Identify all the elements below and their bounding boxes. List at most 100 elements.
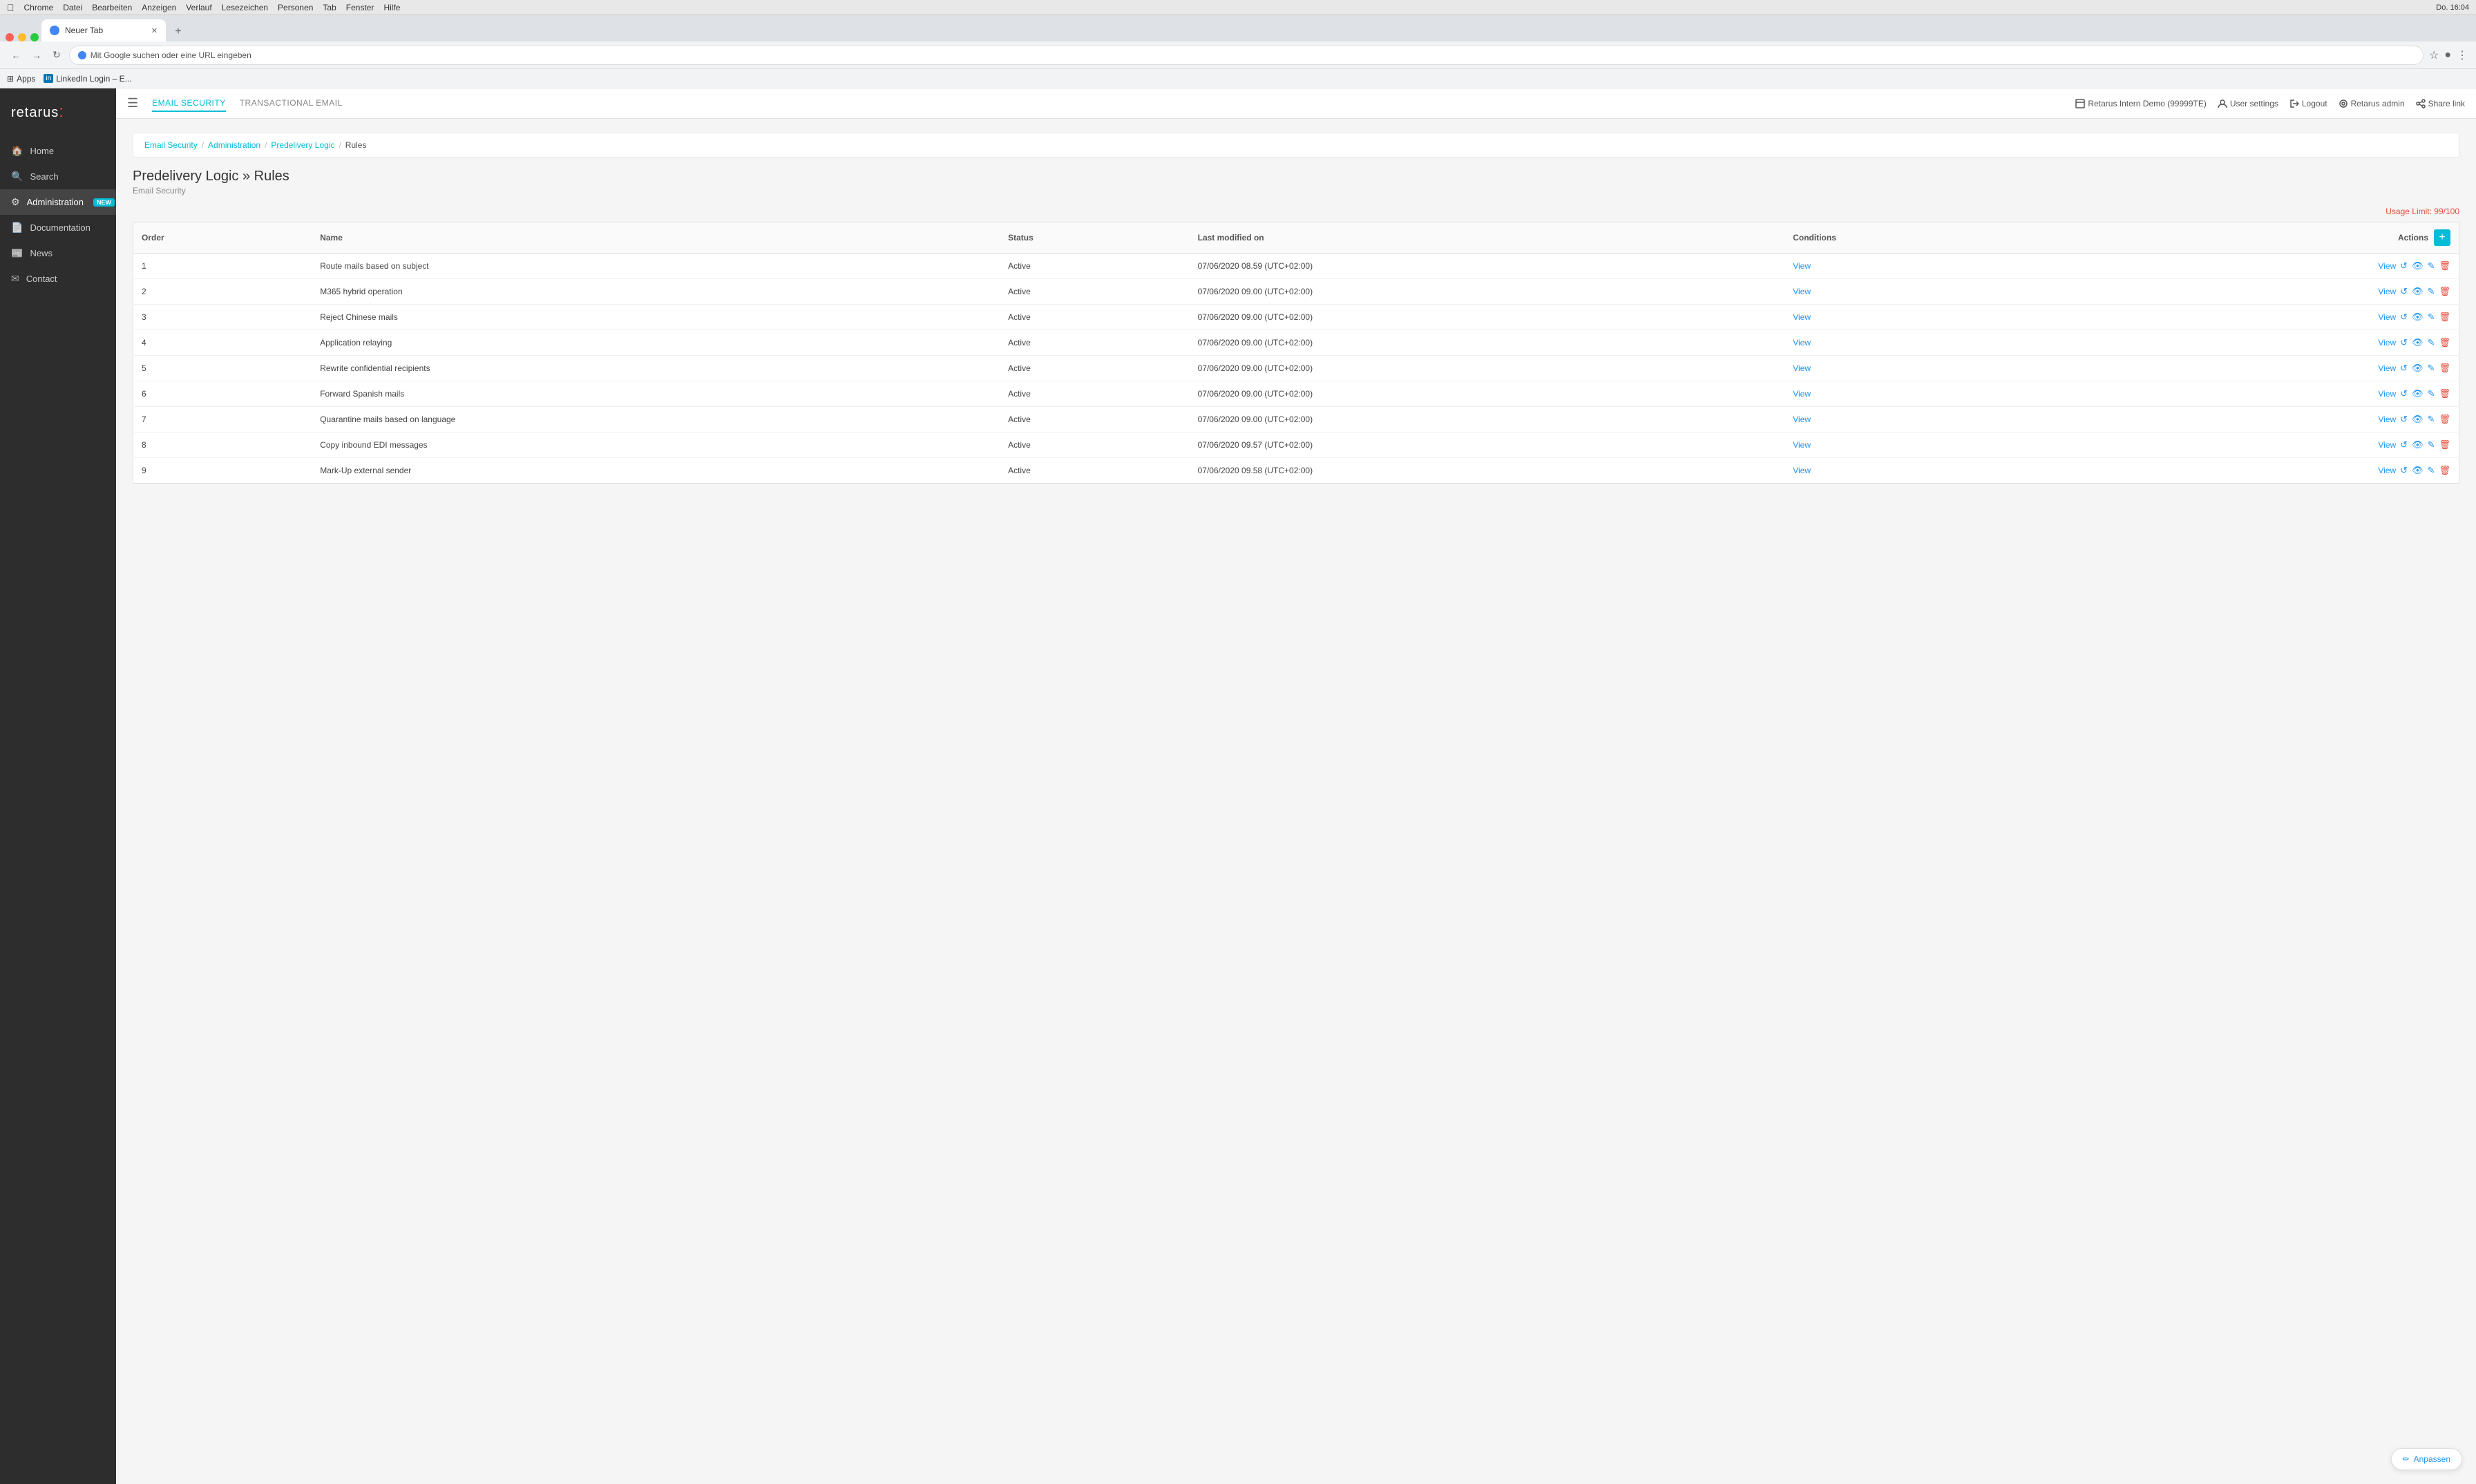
delete-icon[interactable]: 🗑 <box>2439 312 2450 323</box>
conditions-view-link[interactable]: View <box>1793 287 1811 296</box>
edit-icon[interactable]: ✎ <box>2428 388 2435 399</box>
conditions-view-link[interactable]: View <box>1793 312 1811 322</box>
back-button[interactable]: ← <box>8 47 23 64</box>
cell-conditions[interactable]: View <box>1784 458 2055 484</box>
breadcrumb-administration[interactable]: Administration <box>208 140 260 150</box>
menu-anzeigen[interactable]: Anzeigen <box>142 3 176 12</box>
view-icon[interactable]: 👁 <box>2412 414 2423 425</box>
actions-view-link[interactable]: View <box>2378 287 2396 296</box>
clone-icon[interactable]: ↺ <box>2400 465 2408 476</box>
delete-icon[interactable]: 🗑 <box>2439 260 2450 272</box>
actions-view-link[interactable]: View <box>2378 440 2396 450</box>
sidebar-item-news[interactable]: 📰 News <box>0 240 116 266</box>
window-minimize[interactable] <box>18 33 26 41</box>
edit-icon[interactable]: ✎ <box>2428 312 2435 323</box>
clone-icon[interactable]: ↺ <box>2400 312 2408 323</box>
actions-view-link[interactable]: View <box>2378 363 2396 373</box>
user-icon[interactable]: ● <box>2444 49 2451 61</box>
sidebar-item-contact[interactable]: ✉ Contact <box>0 266 116 292</box>
window-maximize[interactable] <box>30 33 39 41</box>
view-icon[interactable]: 👁 <box>2412 439 2423 450</box>
delete-icon[interactable]: 🗑 <box>2439 414 2450 425</box>
menu-datei[interactable]: Datei <box>63 3 82 12</box>
bookmark-star[interactable]: ☆ <box>2429 48 2439 62</box>
cell-conditions[interactable]: View <box>1784 356 2055 381</box>
conditions-view-link[interactable]: View <box>1793 466 1811 475</box>
view-icon[interactable]: 👁 <box>2412 286 2423 297</box>
view-icon[interactable]: 👁 <box>2412 465 2423 476</box>
view-icon[interactable]: 👁 <box>2412 260 2423 272</box>
edit-icon[interactable]: ✎ <box>2428 286 2435 297</box>
edit-icon[interactable]: ✎ <box>2428 363 2435 374</box>
delete-icon[interactable]: 🗑 <box>2439 286 2450 297</box>
conditions-view-link[interactable]: View <box>1793 261 1811 271</box>
clone-icon[interactable]: ↺ <box>2400 337 2408 348</box>
url-input[interactable]: Mit Google suchen oder eine URL eingeben <box>69 46 2423 65</box>
hamburger-icon[interactable]: ☰ <box>127 96 138 111</box>
clone-icon[interactable]: ↺ <box>2400 439 2408 450</box>
bookmark-apps[interactable]: ⊞ Apps <box>7 74 35 84</box>
breadcrumb-email-security[interactable]: Email Security <box>144 140 198 150</box>
cell-conditions[interactable]: View <box>1784 330 2055 356</box>
menu-verlauf[interactable]: Verlauf <box>186 3 211 12</box>
delete-icon[interactable]: 🗑 <box>2439 388 2450 399</box>
view-icon[interactable]: 👁 <box>2412 363 2423 374</box>
view-icon[interactable]: 👁 <box>2412 337 2423 348</box>
breadcrumb-predelivery-logic[interactable]: Predelivery Logic <box>271 140 334 150</box>
clone-icon[interactable]: ↺ <box>2400 260 2408 272</box>
actions-view-link[interactable]: View <box>2378 415 2396 424</box>
sidebar-item-documentation[interactable]: 📄 Documentation <box>0 215 116 240</box>
actions-view-link[interactable]: View <box>2378 466 2396 475</box>
delete-icon[interactable]: 🗑 <box>2439 363 2450 374</box>
browser-tab[interactable]: Neuer Tab ✕ <box>41 19 166 41</box>
edit-icon[interactable]: ✎ <box>2428 414 2435 425</box>
actions-view-link[interactable]: View <box>2378 338 2396 348</box>
retarus-admin-link[interactable]: Retarus admin <box>2339 99 2405 108</box>
menu-dots[interactable]: ⋮ <box>2457 48 2468 62</box>
cell-conditions[interactable]: View <box>1784 381 2055 407</box>
nav-link-email-security[interactable]: EMAIL SECURITY <box>152 95 226 112</box>
cell-conditions[interactable]: View <box>1784 407 2055 432</box>
tenant-selector[interactable]: Retarus Intern Demo (99999TE) <box>2075 99 2206 108</box>
actions-view-link[interactable]: View <box>2378 312 2396 322</box>
view-icon[interactable]: 👁 <box>2412 312 2423 323</box>
edit-icon[interactable]: ✎ <box>2428 465 2435 476</box>
view-icon[interactable]: 👁 <box>2412 388 2423 399</box>
menu-tab[interactable]: Tab <box>323 3 336 12</box>
share-link-btn[interactable]: Share link <box>2416 99 2465 108</box>
conditions-view-link[interactable]: View <box>1793 338 1811 348</box>
cell-conditions[interactable]: View <box>1784 305 2055 330</box>
clone-icon[interactable]: ↺ <box>2400 363 2408 374</box>
delete-icon[interactable]: 🗑 <box>2439 337 2450 348</box>
add-rule-button[interactable]: + <box>2434 229 2450 246</box>
menu-lesezeichen[interactable]: Lesezeichen <box>222 3 268 12</box>
sidebar-item-search[interactable]: 🔍 Search <box>0 164 116 189</box>
conditions-view-link[interactable]: View <box>1793 440 1811 450</box>
edit-icon[interactable]: ✎ <box>2428 337 2435 348</box>
delete-icon[interactable]: 🗑 <box>2439 465 2450 476</box>
cell-conditions[interactable]: View <box>1784 279 2055 305</box>
menu-bearbeiten[interactable]: Bearbeiten <box>92 3 132 12</box>
adjust-button[interactable]: ✏ Anpassen <box>2391 1448 2462 1470</box>
reload-button[interactable]: ↻ <box>50 46 64 64</box>
menu-personen[interactable]: Personen <box>278 3 313 12</box>
bookmark-linkedin[interactable]: in LinkedIn Login – E... <box>44 74 131 84</box>
window-close[interactable] <box>6 33 14 41</box>
edit-icon[interactable]: ✎ <box>2428 260 2435 272</box>
conditions-view-link[interactable]: View <box>1793 363 1811 373</box>
clone-icon[interactable]: ↺ <box>2400 414 2408 425</box>
menu-fenster[interactable]: Fenster <box>346 3 374 12</box>
delete-icon[interactable]: 🗑 <box>2439 439 2450 450</box>
conditions-view-link[interactable]: View <box>1793 389 1811 399</box>
conditions-view-link[interactable]: View <box>1793 415 1811 424</box>
cell-conditions[interactable]: View <box>1784 432 2055 458</box>
menu-hilfe[interactable]: Hilfe <box>383 3 400 12</box>
clone-icon[interactable]: ↺ <box>2400 286 2408 297</box>
actions-view-link[interactable]: View <box>2378 389 2396 399</box>
cell-conditions[interactable]: View <box>1784 254 2055 279</box>
sidebar-item-administration[interactable]: ⚙ Administration NEW <box>0 189 116 215</box>
new-tab-button[interactable]: + <box>169 22 188 41</box>
tab-close-button[interactable]: ✕ <box>151 26 158 35</box>
logout-link[interactable]: Logout <box>2289 99 2327 108</box>
nav-link-transactional-email[interactable]: TRANSACTIONAL EMAIL <box>240 95 343 112</box>
